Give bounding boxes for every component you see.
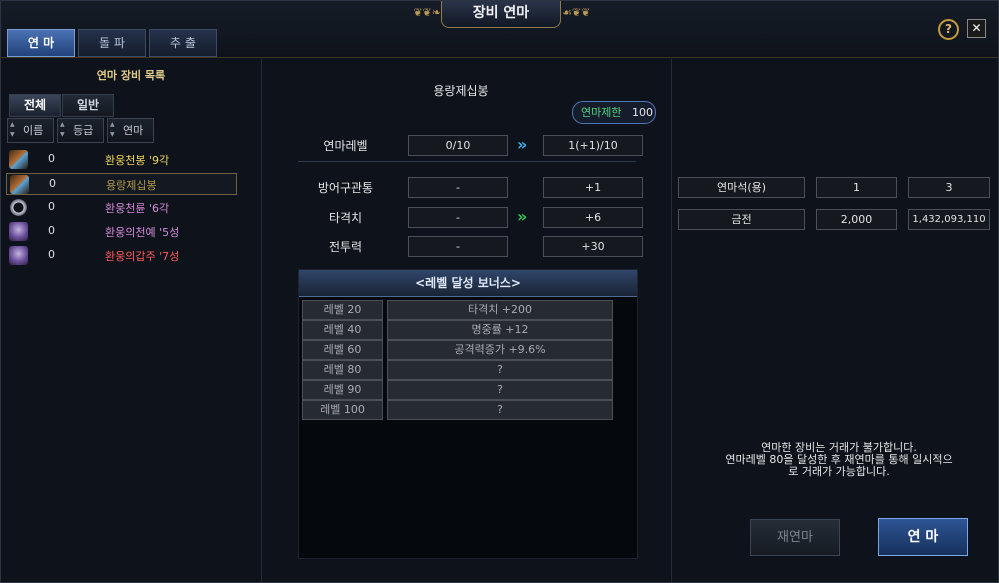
equipment-list-item[interactable]: 0 환웅천륜 '6각	[6, 197, 237, 219]
level-divider	[298, 161, 636, 162]
equipment-list-title: 연마 장비 목록	[96, 69, 166, 82]
stat-next: +30	[543, 236, 643, 257]
item-name: 환웅천봉 '9각	[105, 154, 170, 167]
level-bonus-title: <레벨 달성 보너스>	[299, 270, 637, 297]
ornament-right-icon: ☙❦❦	[562, 6, 591, 19]
material-name: 연마석(용)	[678, 177, 805, 198]
bonus-effect: ?	[387, 400, 613, 420]
stat-label: 방어구관통	[317, 181, 374, 195]
refine-limit-badge: 연마제한 100	[572, 101, 656, 124]
bonus-level: 레벨 60	[302, 340, 383, 360]
filter-normal-tab[interactable]: 일반	[62, 94, 114, 117]
item-count: 0	[48, 200, 55, 213]
title-bar: ❦❦❧ 장비 연마 ☙❦❦ ? ✕ 연 마 돌 파 추 출	[1, 1, 998, 58]
bonus-level: 레벨 20	[302, 300, 383, 320]
sort-arrows-icon: ▲ ▼	[110, 121, 115, 138]
bonus-level: 레벨 40	[302, 320, 383, 340]
filter-all-tab[interactable]: 전체	[9, 94, 61, 117]
sort-arrows-icon: ▲ ▼	[60, 121, 65, 138]
arrow-right-icon: »	[517, 207, 528, 226]
item-name: 환웅천륜 '6각	[105, 202, 170, 215]
material-owned: 1,432,093,110	[908, 209, 990, 230]
refine-window: ❦❦❧ 장비 연마 ☙❦❦ ? ✕ 연 마 돌 파 추 출 연마 장비 목록 전…	[0, 0, 999, 583]
armor-icon	[9, 246, 28, 265]
bonus-level: 레벨 100	[302, 400, 383, 420]
equipment-list-item[interactable]: 0 용랑제십봉	[6, 173, 237, 195]
staff-icon	[10, 175, 29, 194]
ring-icon	[9, 198, 28, 217]
armor-icon	[9, 222, 28, 241]
refine-level-next: 1(+1)/10	[543, 135, 643, 156]
stat-label: 타격치	[328, 211, 363, 225]
item-count: 0	[48, 224, 55, 237]
help-button[interactable]: ?	[938, 19, 959, 40]
equipment-list-item[interactable]: 0 환웅천봉 '9각	[6, 149, 237, 171]
ornament-left-icon: ❦❦❧	[413, 6, 441, 19]
refine-level-current: 0/10	[408, 135, 508, 156]
sort-arrows-icon: ▲ ▼	[10, 121, 15, 138]
stat-next: +6	[543, 207, 643, 228]
item-count: 0	[48, 248, 55, 261]
bonus-effect: 타격치 +200	[387, 300, 613, 320]
bonus-level: 레벨 90	[302, 380, 383, 400]
notice-line: 로 거래가 가능합니다.	[788, 465, 890, 478]
bonus-effect: 명중률 +12	[387, 320, 613, 340]
stat-current: -	[408, 207, 508, 228]
item-name: 환웅의갑주 '7성	[105, 250, 180, 263]
material-owned: 3	[908, 177, 990, 198]
stat-label: 전투력	[328, 240, 363, 254]
stat-current: -	[408, 236, 508, 257]
item-name: 용랑제십봉	[433, 84, 489, 98]
sort-refine-button[interactable]: ▲ ▼ 연마	[107, 118, 154, 143]
close-button[interactable]: ✕	[967, 19, 986, 38]
item-count: 0	[48, 152, 55, 165]
level-bonus-panel: <레벨 달성 보너스> 레벨 20 타격치 +200 레벨 40 명중률 +12 레벨 …	[298, 269, 638, 559]
divider-right	[671, 59, 672, 582]
staff-icon	[9, 150, 28, 169]
item-name: 환웅의천예 '5성	[105, 226, 180, 239]
material-name: 금전	[678, 209, 805, 230]
material-required: 2,000	[816, 209, 897, 230]
refine-button[interactable]: 연 마	[878, 518, 968, 556]
tab-breakthrough[interactable]: 돌 파	[78, 29, 146, 57]
arrow-right-icon: »	[517, 135, 528, 154]
bonus-level: 레벨 80	[302, 360, 383, 380]
tab-extract[interactable]: 추 출	[149, 29, 217, 57]
stat-next: +1	[543, 177, 643, 198]
trade-notice: 연마한 장비는 거래가 불가합니다. 연마레벨 80을 달성한 후 재연마를 통…	[689, 442, 989, 478]
tab-refine[interactable]: 연 마	[7, 29, 75, 57]
refine-level-label: 연마레벨	[323, 139, 368, 153]
sort-name-button[interactable]: ▲ ▼ 이름	[7, 118, 54, 143]
item-count: 0	[49, 177, 56, 190]
reroll-button[interactable]: 재연마	[750, 519, 840, 556]
window-title: 장비 연마	[441, 1, 561, 28]
equipment-list-item[interactable]: 0 환웅의천예 '5성	[6, 221, 237, 243]
item-name: 용랑제십봉	[106, 179, 157, 192]
bonus-effect: 공격력증가 +9.6%	[387, 340, 613, 360]
equipment-list-item[interactable]: 0 환웅의갑주 '7성	[6, 245, 237, 267]
bonus-effect: ?	[387, 360, 613, 380]
stat-current: -	[408, 177, 508, 198]
divider-left	[261, 59, 262, 582]
material-required: 1	[816, 177, 897, 198]
sort-grade-button[interactable]: ▲ ▼ 등급	[57, 118, 104, 143]
bonus-effect: ?	[387, 380, 613, 400]
